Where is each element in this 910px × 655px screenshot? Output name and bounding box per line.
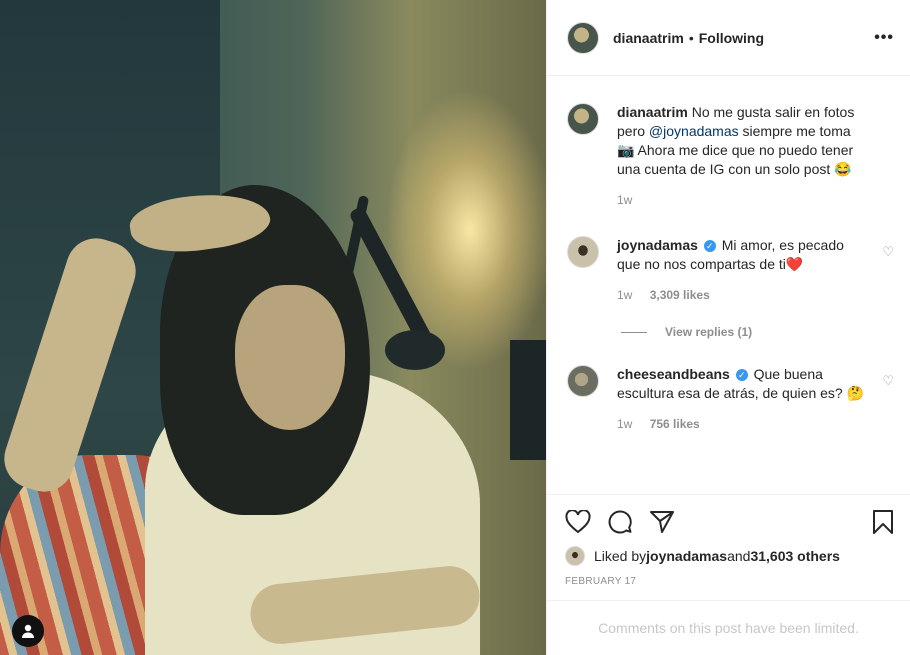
comment-like-heart-icon[interactable]: ♡ — [882, 373, 894, 389]
action-icons — [565, 507, 894, 537]
photo-bike-seat — [385, 330, 445, 370]
replies-divider — [621, 331, 647, 333]
comment-time[interactable]: 1w — [617, 417, 632, 431]
liked-by-prefix: Liked by — [594, 548, 647, 564]
caption-avatar[interactable] — [567, 103, 599, 135]
post-header: dianaatrim • Following ••• — [547, 0, 910, 76]
author-avatar[interactable] — [567, 21, 599, 54]
photo-face — [235, 285, 345, 430]
caption-time[interactable]: 1w — [617, 193, 632, 207]
share-paper-plane-icon[interactable] — [649, 510, 675, 534]
more-options-icon[interactable]: ••• — [874, 29, 894, 47]
like-heart-icon[interactable] — [565, 510, 591, 534]
comments-limited-notice: Comments on this post have been limited. — [547, 600, 910, 655]
comment-item: cheeseandbeans ✓ Que buena escultura esa… — [567, 365, 894, 434]
liked-by-others[interactable]: 31,603 others — [750, 548, 840, 564]
photo-lamp-base — [510, 340, 546, 460]
comment-time[interactable]: 1w — [617, 288, 632, 302]
caption-mention[interactable]: @joynadamas — [649, 123, 739, 139]
comment-text: joynadamas ✓ Mi amor, es pecado que no n… — [617, 236, 870, 274]
comment-avatar[interactable] — [567, 365, 599, 397]
comment-item: joynadamas ✓ Mi amor, es pecado que no n… — [567, 236, 894, 305]
comment-likes[interactable]: 3,309 likes — [650, 288, 710, 302]
comment-meta: 1w 3,309 likes — [617, 286, 870, 305]
comment-likes[interactable]: 756 likes — [650, 417, 700, 431]
comment-meta: 1w 756 likes — [617, 415, 870, 434]
caption: dianaatrim No me gusta salir en fotos pe… — [567, 103, 894, 210]
comments-list[interactable]: dianaatrim No me gusta salir en fotos pe… — [547, 77, 910, 494]
tagged-users-button[interactable] — [12, 615, 44, 647]
caption-meta: 1w — [617, 191, 870, 210]
bookmark-icon[interactable] — [872, 509, 894, 535]
comment-avatar[interactable] — [567, 236, 599, 268]
comment-like-heart-icon[interactable]: ♡ — [882, 244, 894, 260]
following-button[interactable]: Following — [699, 30, 764, 46]
liked-by[interactable]: Liked by joynadamas and 31,603 others — [565, 546, 894, 566]
view-replies-button[interactable]: View replies (1) — [621, 325, 894, 339]
caption-username[interactable]: dianaatrim — [617, 104, 688, 120]
author-username[interactable]: dianaatrim — [613, 30, 684, 46]
header-separator: • — [688, 29, 694, 46]
comment-bubble-icon[interactable] — [607, 509, 633, 535]
post-photo[interactable] — [0, 0, 546, 655]
view-replies-label: View replies (1) — [665, 325, 753, 339]
liked-by-middle: and — [727, 548, 751, 564]
verified-badge-icon: ✓ — [703, 240, 716, 252]
post-date[interactable]: FEBRUARY 17 — [565, 576, 894, 587]
user-icon — [22, 624, 34, 638]
liked-by-user[interactable]: joynadamas — [646, 548, 727, 564]
comment-text: cheeseandbeans ✓ Que buena escultura esa… — [617, 365, 870, 403]
comment-username[interactable]: cheeseandbeans — [617, 366, 730, 382]
liker-avatar[interactable] — [565, 546, 585, 566]
verified-badge-icon: ✓ — [735, 369, 748, 381]
caption-text: dianaatrim No me gusta salir en fotos pe… — [617, 103, 870, 179]
post-panel: dianaatrim • Following ••• dianaatrim No… — [546, 0, 910, 655]
comment-username[interactable]: joynadamas — [617, 237, 698, 253]
